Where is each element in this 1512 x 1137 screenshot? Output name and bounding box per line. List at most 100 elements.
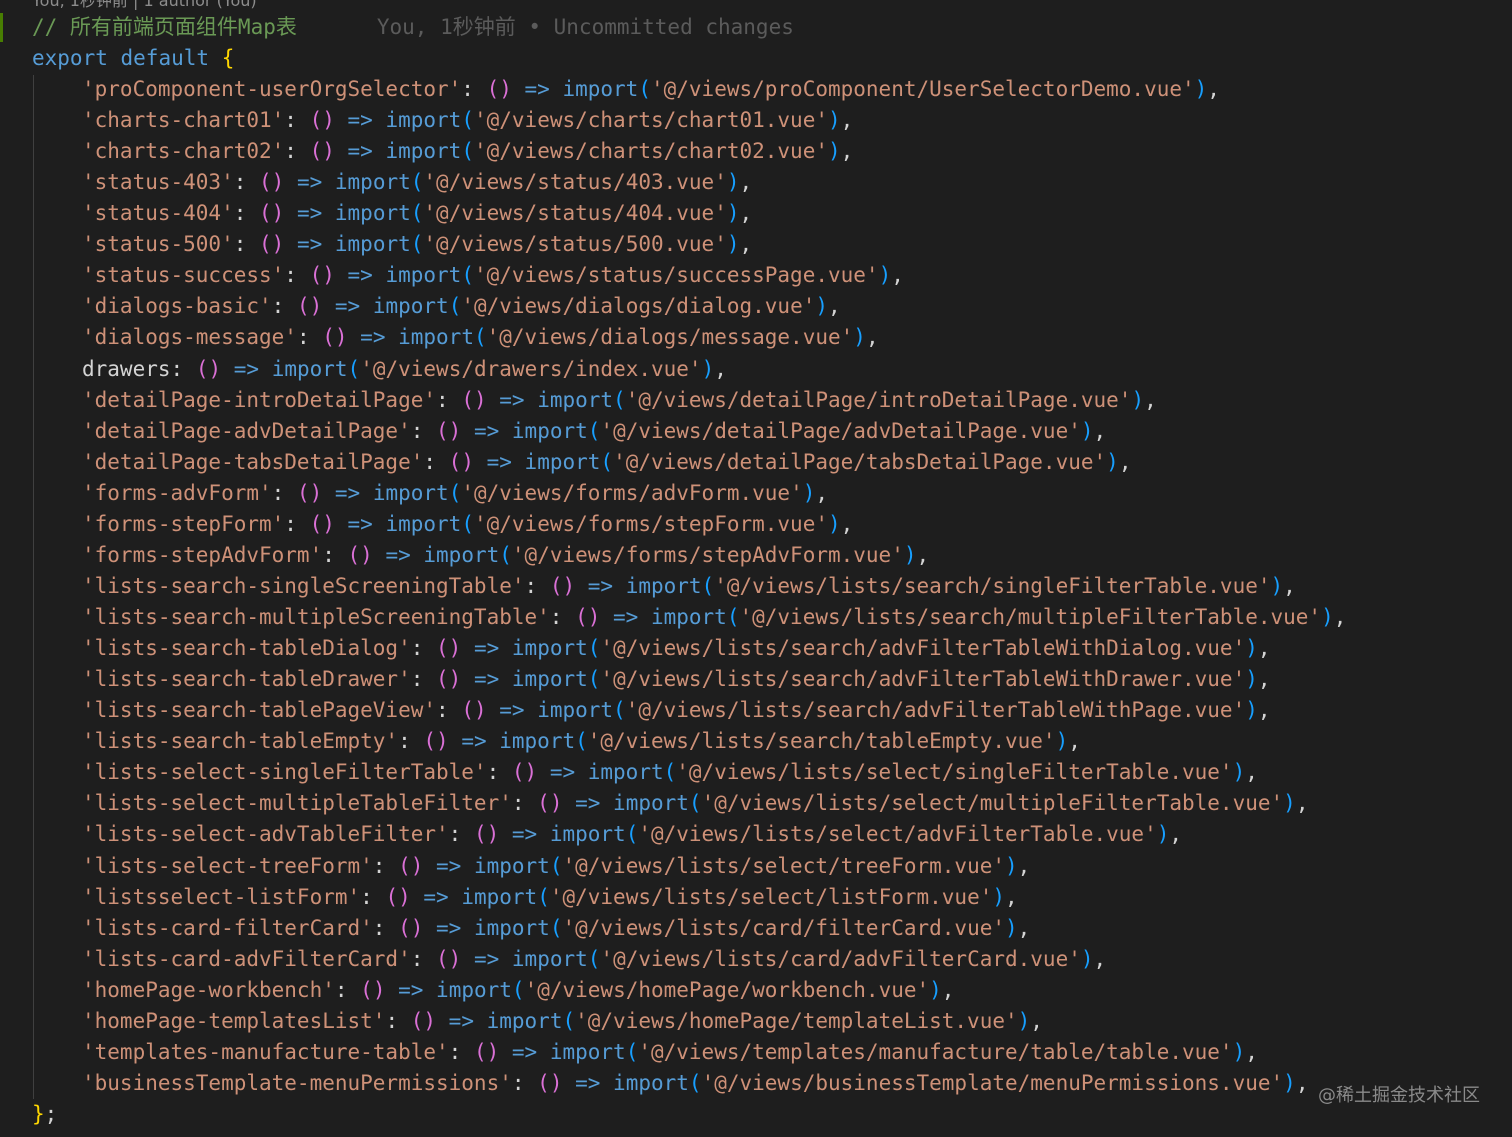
import-path: '@/views/drawers/index.vue' — [360, 356, 702, 381]
arrow-params: () — [423, 729, 449, 754]
arrow-operator: => — [334, 139, 386, 164]
code-line-entry: 'proComponent-userOrgSelector': () => im… — [82, 74, 1512, 105]
colon: : — [284, 139, 310, 164]
entry-key: 'forms-advForm' — [82, 480, 272, 505]
code-line-entry: 'lists-search-tablePageView': () => impo… — [82, 695, 1512, 726]
entry-key: 'status-success' — [82, 263, 285, 288]
import-path: '@/views/charts/chart01.vue' — [473, 108, 828, 133]
git-added-gutter-marker[interactable] — [0, 13, 3, 42]
close-brace: } — [32, 1101, 45, 1126]
code-line-entry: 'homePage-workbench': () => import('@/vi… — [82, 975, 1512, 1006]
arrow-params: () — [436, 667, 462, 692]
entry-key: 'forms-stepAdvForm' — [82, 542, 323, 567]
entry-key: 'detailPage-introDetailPage' — [82, 387, 437, 412]
import-path: '@/views/templates/manufacture/table/tab… — [638, 1039, 1233, 1064]
entry-key: 'lists-search-tableDrawer' — [82, 667, 411, 692]
colon: : — [410, 946, 437, 971]
entry-key: 'lists-card-filterCard' — [82, 915, 373, 940]
entry-key: 'lists-search-tableEmpty' — [82, 729, 399, 754]
arrow-operator: => — [461, 418, 512, 443]
import-keyword: import — [562, 77, 639, 101]
import-keyword: import — [398, 325, 474, 350]
colon: : — [385, 1008, 411, 1033]
import-path: '@/views/detailPage/advDetailPage.vue' — [600, 418, 1081, 443]
import-keyword: import — [537, 387, 614, 412]
arrow-params: () — [436, 418, 462, 443]
trailing-comma: , — [1257, 698, 1271, 723]
entry-key: 'lists-card-advFilterCard' — [82, 946, 411, 971]
entry-key: 'lists-select-multipleTableFilter' — [82, 791, 512, 816]
close-paren: ) — [1106, 449, 1119, 474]
import-keyword: import — [334, 201, 411, 226]
entry-key: 'status-403' — [82, 170, 234, 195]
import-path: '@/views/forms/stepAdvForm.vue' — [511, 542, 904, 567]
open-paren: ( — [625, 822, 639, 847]
open-paren: ( — [600, 449, 614, 474]
colon: : — [524, 573, 550, 598]
open-paren: ( — [562, 1008, 576, 1033]
close-paren: ) — [1321, 605, 1334, 630]
import-path: '@/views/lists/select/singleFilterTable.… — [676, 760, 1233, 785]
import-keyword: import — [511, 418, 588, 443]
import-keyword: import — [587, 760, 664, 785]
import-keyword: import — [613, 791, 689, 816]
trailing-comma: , — [1283, 573, 1296, 598]
import-path: '@/views/lists/search/singleFilterTable.… — [714, 573, 1271, 598]
code-line-entry: 'status-403': () => import('@/views/stat… — [82, 167, 1512, 198]
code-line-entry: 'lists-search-tableEmpty': () => import(… — [82, 726, 1512, 757]
colon: : — [372, 915, 399, 940]
import-keyword: import — [271, 356, 348, 381]
arrow-params: () — [410, 1008, 437, 1033]
code-line-entry: 'lists-select-advTableFilter': () => imp… — [82, 819, 1512, 850]
code-editor[interactable]: You, 1秒钟前 | 1 author (You) // 所有前端页面组件Ma… — [0, 0, 1512, 1137]
code-line-entry: 'charts-chart01': () => import('@/views/… — [82, 105, 1512, 136]
open-paren: ( — [511, 977, 525, 1002]
import-path: '@/views/proComponent/UserSelectorDemo.v… — [650, 77, 1195, 101]
code-line-entry: 'status-500': () => import('@/views/stat… — [82, 229, 1512, 260]
trailing-comma: , — [828, 294, 841, 319]
colon: : — [448, 1039, 474, 1064]
import-path: '@/views/lists/search/advFilterTableWith… — [625, 698, 1246, 723]
arrow-params: () — [486, 77, 512, 101]
colon: : — [271, 480, 297, 505]
arrow-operator: => — [284, 170, 335, 195]
arrow-operator: => — [499, 1039, 550, 1064]
close-paren: ) — [1156, 822, 1170, 847]
trailing-comma: , — [865, 325, 879, 350]
import-keyword: import — [436, 977, 512, 1002]
open-paren: ( — [663, 760, 677, 785]
trailing-comma: , — [1093, 418, 1107, 443]
trailing-comma: , — [840, 108, 854, 133]
import-path: '@/views/status/successPage.vue' — [473, 263, 879, 288]
keyword-export: export — [32, 46, 108, 70]
close-paren: ) — [828, 511, 841, 536]
open-paren: ( — [461, 108, 474, 133]
codelens-author-info[interactable]: You, 1秒钟前 | 1 author (You) — [32, 0, 257, 10]
import-keyword: import — [549, 822, 626, 847]
colon: : — [549, 605, 576, 630]
trailing-comma: , — [1144, 387, 1157, 412]
close-paren: ) — [1245, 636, 1258, 661]
entry-key: 'homePage-workbench' — [82, 977, 335, 1002]
arrow-params: () — [195, 356, 222, 381]
import-keyword: import — [625, 573, 702, 598]
import-path: '@/views/homePage/workbench.vue' — [524, 977, 930, 1002]
arrow-params: () — [448, 449, 474, 474]
import-keyword: import — [372, 294, 449, 319]
open-paren: ( — [726, 605, 740, 630]
arrow-params: () — [575, 605, 601, 630]
arrow-operator: => — [410, 884, 462, 909]
import-path: '@/views/businessTemplate/menuPermission… — [701, 1070, 1284, 1095]
import-keyword: import — [334, 170, 411, 195]
import-keyword: import — [423, 542, 500, 567]
import-keyword: import — [511, 667, 588, 692]
entry-key: 'businessTemplate-menuPermissions' — [82, 1070, 512, 1095]
open-paren: ( — [575, 729, 588, 754]
import-keyword: import — [385, 139, 462, 164]
import-keyword: import — [537, 698, 614, 723]
arrow-params: () — [398, 853, 424, 878]
arrow-operator: => — [511, 77, 563, 101]
git-codelens[interactable]: You, 1秒钟前 | 1 author (You) — [32, 0, 257, 11]
import-keyword: import — [486, 1008, 563, 1033]
close-paren: ) — [1245, 667, 1258, 692]
